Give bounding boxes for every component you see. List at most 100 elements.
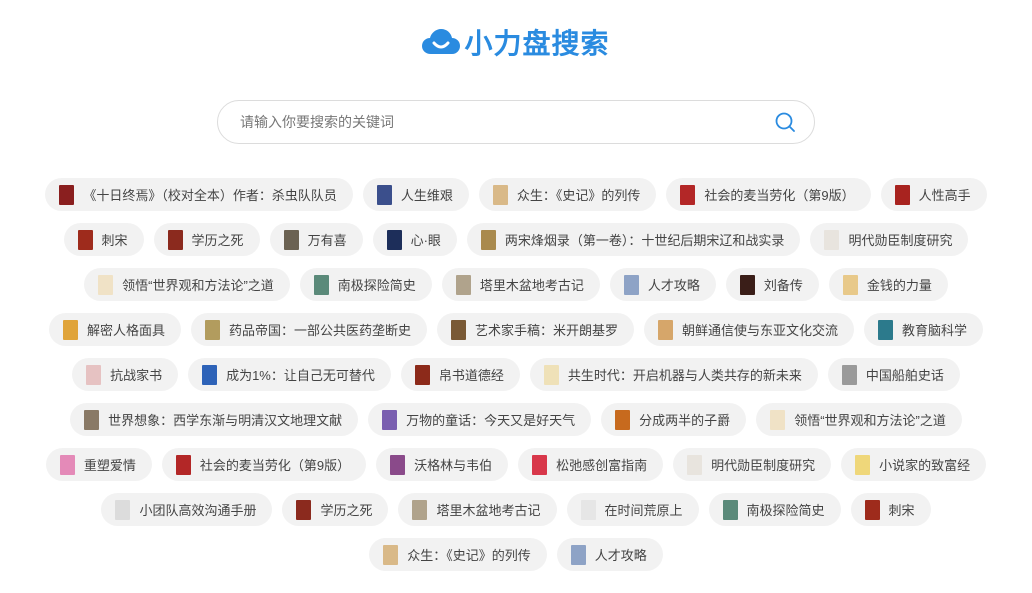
tag-row: 重塑爱情 社会的麦当劳化（第9版） 沃格林与韦伯 松弛感创富指南 明代勋臣制度研究 小说家… [45, 448, 987, 481]
book-tag-label: 社会的麦当劳化（第9版） [704, 188, 855, 203]
book-tag[interactable]: 领悟“世界观和方法论”之道 [84, 268, 290, 301]
book-tag-label: 众生：《史记》的列传 [407, 548, 531, 563]
book-tag[interactable]: 两宋烽烟录（第一卷）：十世纪后期宋辽和战实录 [466, 223, 801, 256]
book-tag[interactable]: 中国船舶史话 [827, 358, 960, 391]
book-cover-thumbnail [824, 229, 840, 250]
book-tag[interactable]: 小团队高效沟通手册 [101, 493, 273, 526]
book-cover-thumbnail [623, 274, 639, 295]
book-tag[interactable]: 重塑爱情 [45, 448, 152, 481]
book-tag-label: 《十日终焉》（校对全本）作者：杀虫队队员 [83, 188, 337, 203]
tag-row: 领悟“世界观和方法论”之道 南极探险简史 塔里木盆地考古记 人才攻略 刘备传 金钱的力量 [84, 268, 948, 301]
book-cover-thumbnail [167, 229, 183, 250]
book-tag[interactable]: 在时间荒原上 [566, 493, 699, 526]
book-tag-label: 心·眼 [410, 233, 441, 248]
book-tag[interactable]: 学历之死 [153, 223, 260, 256]
book-cover-thumbnail [59, 184, 75, 205]
book-tag[interactable]: 万物的童话：今天又是好天气 [368, 403, 592, 436]
book-cover-thumbnail [115, 499, 131, 520]
book-tag[interactable]: 领悟“世界观和方法论”之道 [756, 403, 962, 436]
book-cover-thumbnail [296, 499, 312, 520]
book-tag-label: 朝鲜通信使与东亚文化交流 [682, 323, 839, 338]
search-icon[interactable] [774, 111, 796, 133]
book-tag[interactable]: 艺术家手稿：米开朗基罗 [436, 313, 634, 346]
book-tag[interactable]: 世界想象：西学东渐与明清汉文地理文献 [70, 403, 359, 436]
book-tag[interactable]: 抗战家书 [72, 358, 179, 391]
book-tag-label: 两宋烽烟录（第一卷）：十世纪后期宋辽和战实录 [504, 233, 785, 248]
book-cover-thumbnail [62, 319, 78, 340]
book-tag-label: 中国船舶史话 [865, 368, 944, 383]
book-tag[interactable]: 万有喜 [269, 223, 363, 256]
hot-book-tags: 《十日终焉》（校对全本）作者：杀虫队队员 人生维艰 众生：《史记》的列传 社会的麦当劳… [0, 178, 1032, 571]
book-tag[interactable]: 南极探险简史 [299, 268, 432, 301]
book-tag-label: 艺术家手稿：米开朗基罗 [474, 323, 618, 338]
book-tag[interactable]: 塔里木盆地考古记 [398, 493, 557, 526]
book-tag[interactable]: 教育脑科学 [864, 313, 984, 346]
book-cover-thumbnail [390, 454, 406, 475]
book-tag-label: 人性高手 [918, 188, 971, 203]
book-cover-thumbnail [864, 499, 880, 520]
book-cover-thumbnail [283, 229, 299, 250]
book-tag[interactable]: 分成两半的子爵 [601, 403, 747, 436]
book-tag[interactable]: 金钱的力量 [828, 268, 948, 301]
book-cover-thumbnail [739, 274, 755, 295]
tag-row: 刺宋 学历之死 万有喜 心·眼 两宋烽烟录（第一卷）：十世纪后期宋辽和战实录 明代勋臣制度… [63, 223, 969, 256]
book-tag-label: 人才攻略 [647, 278, 700, 293]
book-cover-thumbnail [492, 184, 508, 205]
book-cover-thumbnail [722, 499, 738, 520]
book-tag-label: 学历之死 [191, 233, 244, 248]
book-tag-label: 南极探险简史 [337, 278, 416, 293]
book-tag[interactable]: 刺宋 [63, 223, 144, 256]
site-header: 小力盘搜索 [0, 22, 1032, 62]
book-cover-thumbnail [376, 184, 392, 205]
book-cover-thumbnail [658, 319, 673, 340]
book-cover-thumbnail [414, 364, 430, 385]
book-tag[interactable]: 刘备传 [725, 268, 819, 301]
book-tag-label: 成为1%：让自己无可替代 [226, 368, 375, 383]
book-tag[interactable]: 人才攻略 [609, 268, 716, 301]
book-tag-label: 领悟“世界观和方法论”之道 [122, 278, 274, 293]
book-cover-thumbnail [842, 274, 858, 295]
book-tag[interactable]: 成为1%：让自己无可替代 [188, 358, 391, 391]
book-tag-label: 刘备传 [763, 278, 803, 293]
book-tag[interactable]: 南极探险简史 [708, 493, 841, 526]
book-cover-thumbnail [770, 409, 786, 430]
search-input[interactable] [238, 113, 774, 131]
book-tag-label: 万物的童话：今天又是好天气 [406, 413, 576, 428]
book-cover-thumbnail [543, 364, 559, 385]
book-tag[interactable]: 人生维艰 [362, 178, 469, 211]
book-tag[interactable]: 社会的麦当劳化（第9版） [161, 448, 367, 481]
book-tag-label: 人才攻略 [594, 548, 647, 563]
book-tag[interactable]: 药品帝国：一部公共医药垄断史 [190, 313, 427, 346]
book-tag[interactable]: 明代勋臣制度研究 [673, 448, 832, 481]
book-cover-thumbnail [86, 364, 102, 385]
book-tag[interactable]: 帛书道德经 [400, 358, 520, 391]
book-tag[interactable]: 塔里木盆地考古记 [441, 268, 600, 301]
book-cover-thumbnail [383, 544, 399, 565]
book-tag[interactable]: 松弛感创富指南 [518, 448, 664, 481]
book-tag[interactable]: 众生：《史记》的列传 [369, 538, 547, 571]
book-tag-label: 重塑爱情 [83, 458, 136, 473]
book-tag[interactable]: 朝鲜通信使与东亚文化交流 [644, 313, 855, 346]
book-tag[interactable]: 解密人格面具 [48, 313, 181, 346]
book-tag[interactable]: 心·眼 [372, 223, 457, 256]
book-cover-thumbnail [98, 274, 114, 295]
book-tag[interactable]: 沃格林与韦伯 [376, 448, 509, 481]
book-tag[interactable]: 众生：《史记》的列传 [478, 178, 657, 211]
book-tag[interactable]: 人性高手 [880, 178, 987, 211]
book-tag-label: 小说家的致富经 [879, 458, 971, 473]
site-title[interactable]: 小力盘搜索 [464, 22, 609, 62]
book-tag-label: 塔里木盆地考古记 [479, 278, 584, 293]
book-tag[interactable]: 人才攻略 [556, 538, 663, 571]
book-cover-thumbnail [382, 409, 398, 430]
book-tag[interactable]: 《十日终焉》（校对全本）作者：杀虫队队员 [45, 178, 353, 211]
book-tag-label: 学历之死 [320, 503, 373, 518]
book-tag-label: 众生：《史记》的列传 [516, 188, 641, 203]
book-cover-thumbnail [570, 544, 586, 565]
book-tag[interactable]: 学历之死 [282, 493, 389, 526]
book-tag[interactable]: 小说家的致富经 [841, 448, 987, 481]
book-tag[interactable]: 共生时代：开启机器与人类共存的新未来 [529, 358, 818, 391]
book-cover-thumbnail [841, 364, 857, 385]
book-tag[interactable]: 刺宋 [850, 493, 931, 526]
book-tag[interactable]: 社会的麦当劳化（第9版） [666, 178, 871, 211]
book-tag[interactable]: 明代勋臣制度研究 [810, 223, 969, 256]
